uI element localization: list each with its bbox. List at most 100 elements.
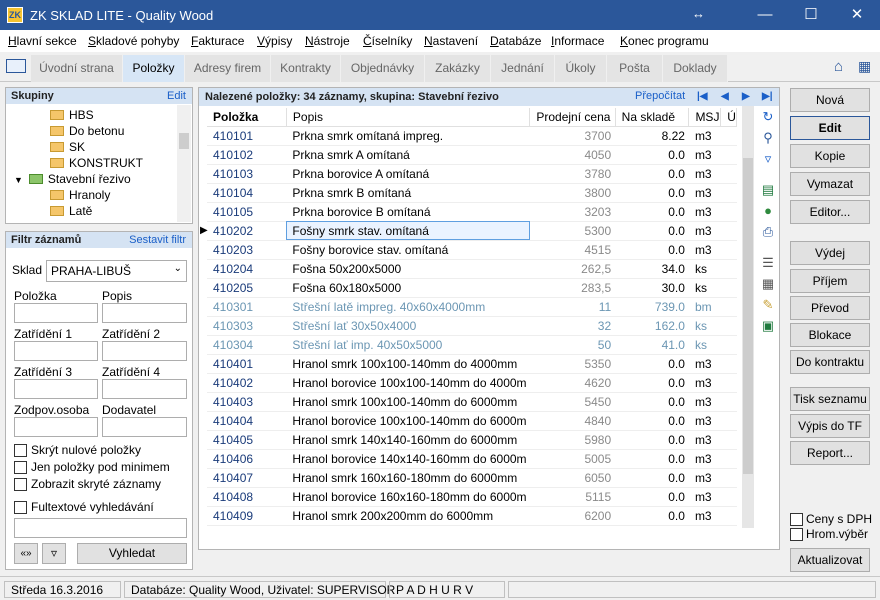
first-record-icon[interactable]: |◀ xyxy=(697,91,708,102)
tab-kontrakty[interactable]: Kontrakty xyxy=(271,55,341,82)
refresh-icon[interactable]: ↻ xyxy=(760,109,776,125)
delete-button[interactable]: Vymazat xyxy=(790,172,870,196)
table-row[interactable]: 410204 Fošna 50x200x5000 262,5 34.0 ks xyxy=(207,259,737,279)
minimize-icon[interactable]: — xyxy=(742,0,788,30)
maximize-icon[interactable]: ☐ xyxy=(788,0,834,30)
tab-doklady[interactable]: Doklady xyxy=(663,55,728,82)
zatrideni3-input[interactable] xyxy=(14,379,98,399)
tree-item[interactable]: HBS xyxy=(10,107,175,123)
globe-icon[interactable]: ● xyxy=(760,203,776,219)
tab-adresy-firem[interactable]: Adresy firem xyxy=(185,55,271,82)
menu-hlavni-sekce[interactable]: Hlavní sekce xyxy=(8,34,77,48)
tree-item[interactable]: SK xyxy=(10,139,175,155)
tab-objednavky[interactable]: Objednávky xyxy=(341,55,425,82)
table-row[interactable]: 410407 Hranol smrk 160x160-180mm do 6000m… xyxy=(207,468,737,488)
menu-databaze[interactable]: Databáze xyxy=(490,34,541,48)
table-row[interactable]: 410105 Prkna borovice B omítaná 3203 0.0 m3 xyxy=(207,202,737,222)
clear-filter-button[interactable]: «» xyxy=(14,543,38,564)
refresh-button[interactable]: Aktualizovat xyxy=(790,548,870,572)
tree-item[interactable]: Latě xyxy=(10,203,175,219)
zodpov-osoba-input[interactable] xyxy=(14,417,98,437)
print-icon[interactable]: ⎙ xyxy=(760,224,776,240)
table-row[interactable]: 410102 Prkna smrk A omítaná 4050 0.0 m3 xyxy=(207,145,737,165)
new-button[interactable]: Nová xyxy=(790,88,870,112)
issue-button[interactable]: Výdej xyxy=(790,241,870,265)
tab-polozky[interactable]: Položky xyxy=(123,55,185,82)
search-button[interactable]: Vyhledat xyxy=(77,543,187,564)
note-icon[interactable]: ✎ xyxy=(760,297,776,313)
chevron-down-icon[interactable]: ▼ xyxy=(14,175,23,185)
receipt-button[interactable]: Příjem xyxy=(790,269,870,293)
tab-ukoly[interactable]: Úkoly xyxy=(555,55,607,82)
table-row[interactable]: 410401 Hranol smrk 100x100-140mm do 4000m… xyxy=(207,354,737,374)
hide-zero-checkbox[interactable] xyxy=(14,444,27,457)
export-tf-button[interactable]: Výpis do TF xyxy=(790,414,870,438)
editor-button[interactable]: Editor... xyxy=(790,200,870,224)
funnel-icon[interactable]: ▿ xyxy=(42,543,66,564)
column-header-polozka[interactable]: Položka xyxy=(207,108,287,127)
table-row[interactable]: 410101 Prkna smrk omítaná impreg. 3700 8.22… xyxy=(207,126,737,146)
polozka-input[interactable] xyxy=(14,303,98,323)
bulk-select-checkbox[interactable] xyxy=(790,528,803,541)
tree-item[interactable]: Hranoly xyxy=(10,187,175,203)
report-button[interactable]: Report... xyxy=(790,441,870,465)
fulltext-checkbox[interactable] xyxy=(14,501,27,514)
table-row[interactable]: 410104 Prkna smrk B omítaná 3800 0.0 m3 xyxy=(207,183,737,203)
table-row[interactable]: 410408 Hranol borovice 160x160-180mm do 6… xyxy=(207,487,737,507)
excel-icon[interactable]: ▤ xyxy=(760,182,776,198)
tab-posta[interactable]: Pošta xyxy=(607,55,663,82)
column-header-prodejni-cena[interactable]: Prodejní cena xyxy=(529,108,616,127)
fulltext-input[interactable] xyxy=(14,518,187,538)
column-header-msj[interactable]: MSJ xyxy=(688,108,722,127)
tab-uvodni-strana[interactable]: Úvodní strana xyxy=(31,55,123,82)
prev-record-icon[interactable]: ◀ xyxy=(721,91,729,102)
warehouse-select[interactable]: PRAHA-LIBUŠ ⌄ xyxy=(46,260,187,282)
table-row[interactable]: 410406 Hranol borovice 140x140-160mm do 6… xyxy=(207,449,737,469)
tree-item[interactable]: ▼ Stavební řezivo xyxy=(10,171,175,187)
block-button[interactable]: Blokace xyxy=(790,323,870,347)
prices-vat-checkbox[interactable] xyxy=(790,513,803,526)
tab-zakazky[interactable]: Zakázky xyxy=(425,55,491,82)
print-list-button[interactable]: Tisk seznamu xyxy=(790,387,870,411)
list-icon[interactable]: ☰ xyxy=(760,255,776,271)
popis-input[interactable] xyxy=(102,303,187,323)
menu-informace[interactable]: Informace xyxy=(551,34,604,48)
filter-icon[interactable]: ▿ xyxy=(760,151,776,167)
table-row[interactable]: 410303 Střešní lať 30x50x4000 32 162.0 ks xyxy=(207,316,737,336)
last-record-icon[interactable]: ▶| xyxy=(762,91,773,102)
panel-toggle-icon[interactable] xyxy=(6,59,26,73)
table-row[interactable]: 410202 Fošny smrk stav. omítaná 5300 0.0 m3 xyxy=(207,221,737,241)
copy-button[interactable]: Kopie xyxy=(790,144,870,168)
recalculate-link[interactable]: Přepočítat xyxy=(635,90,685,102)
tree-item[interactable]: KONSTRUKT xyxy=(10,155,175,171)
menu-skladove-pohyby[interactable]: Skladové pohyby xyxy=(88,34,179,48)
column-header-u[interactable]: Ú xyxy=(720,108,737,127)
table-row[interactable]: 410103 Prkna borovice A omítaná 3780 0.0 m3 xyxy=(207,164,737,184)
scrollbar-thumb[interactable] xyxy=(179,133,189,149)
home-icon[interactable]: ⌂ xyxy=(834,58,843,75)
menu-fakturace[interactable]: Fakturace xyxy=(191,34,244,48)
below-minimum-checkbox[interactable] xyxy=(14,461,27,474)
edit-button[interactable]: Edit xyxy=(790,116,870,140)
show-hidden-checkbox[interactable] xyxy=(14,478,27,491)
zatrideni4-input[interactable] xyxy=(102,379,187,399)
groups-scrollbar[interactable] xyxy=(177,105,191,222)
table-row[interactable]: 410304 Střešní lať imp. 40x50x5000 50 41.0 k… xyxy=(207,335,737,355)
sheet-icon[interactable]: ▣ xyxy=(760,318,776,334)
table-icon[interactable]: ▦ xyxy=(760,276,776,292)
menu-vypisy[interactable]: Výpisy xyxy=(257,34,292,48)
menu-konec-programu[interactable]: Konec programu xyxy=(620,34,709,48)
column-header-popis[interactable]: Popis xyxy=(286,108,531,127)
transfer-button[interactable]: Převod xyxy=(790,296,870,320)
table-row[interactable]: 410403 Hranol smrk 100x100-140mm do 6000m… xyxy=(207,392,737,412)
tab-jednani[interactable]: Jednání xyxy=(491,55,555,82)
table-row[interactable]: 410301 Střešní latě impreg. 40x60x4000mm 1… xyxy=(207,297,737,317)
next-record-icon[interactable]: ▶ xyxy=(742,91,750,102)
table-row[interactable]: 410203 Fošny borovice stav. omítaná 4515 0.… xyxy=(207,240,737,260)
menu-nastroje[interactable]: Nástroje xyxy=(305,34,350,48)
zatrideni1-input[interactable] xyxy=(14,341,98,361)
to-contract-button[interactable]: Do kontraktu xyxy=(790,350,870,374)
grid-icon[interactable]: ▦ xyxy=(858,58,871,75)
table-row[interactable]: 410402 Hranol borovice 100x100-140mm do 4… xyxy=(207,373,737,393)
column-header-na-sklade[interactable]: Na skladě xyxy=(615,108,690,127)
